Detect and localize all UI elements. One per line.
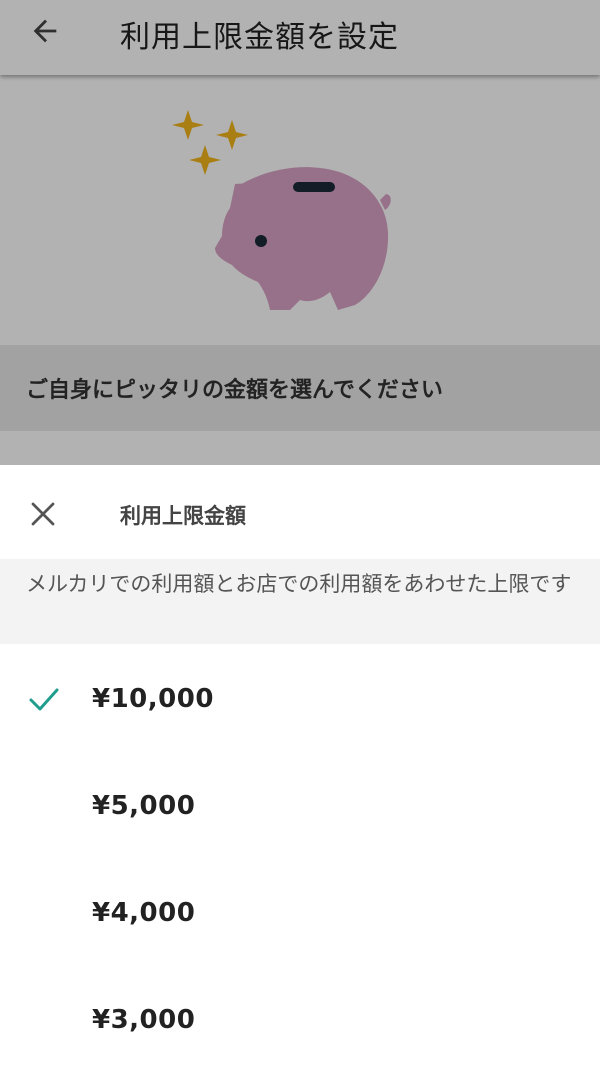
limit-bottom-sheet: 利用上限金額 メルカリでの利用額とお店での利用額をあわせた上限です ¥10,00… (0, 465, 600, 1056)
option-label: ¥10,000 (92, 684, 214, 714)
option-label: ¥5,000 (92, 791, 196, 821)
option-label: ¥4,000 (92, 898, 196, 928)
option-label: ¥3,000 (92, 1005, 196, 1035)
sheet-header: 利用上限金額 (0, 465, 600, 559)
limit-notice: メルカリでの利用額とお店での利用額をあわせた上限です (0, 559, 600, 644)
sheet-title: 利用上限金額 (120, 504, 246, 528)
option-5000[interactable]: ¥5,000 (0, 751, 600, 858)
close-icon[interactable] (28, 499, 58, 529)
checkmark-icon (29, 688, 59, 711)
option-4000[interactable]: ¥4,000 (0, 858, 600, 965)
option-10000[interactable]: ¥10,000 (0, 644, 600, 751)
